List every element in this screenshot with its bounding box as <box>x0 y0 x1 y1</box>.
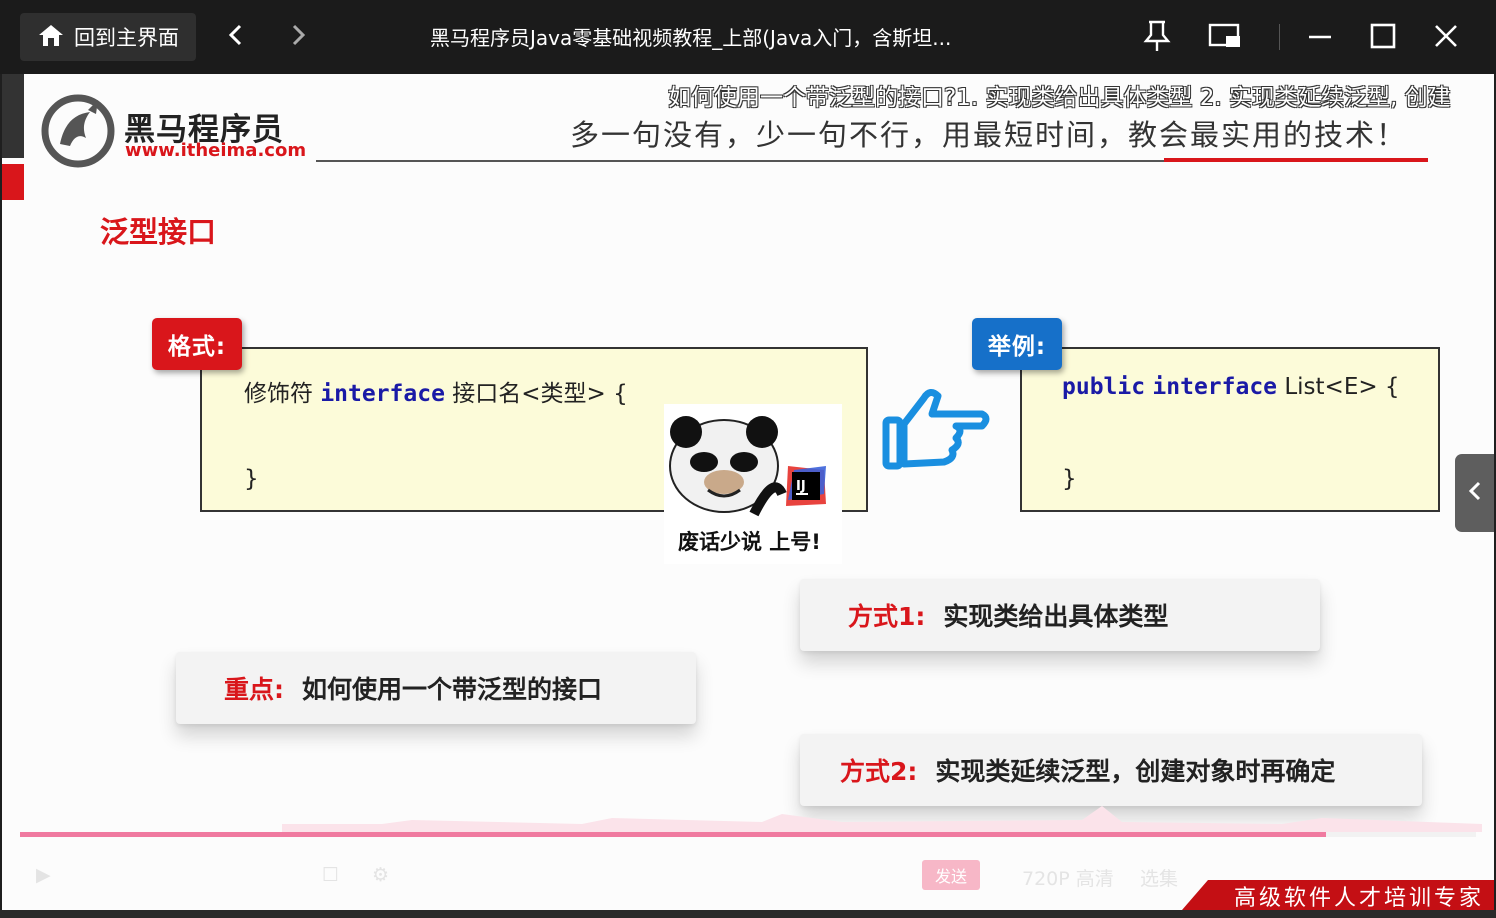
ij-label: IJ <box>796 479 806 494</box>
intellij-icon: IJ <box>784 464 828 508</box>
brand-url: www.itheima.com <box>125 140 307 161</box>
brand-logo-icon <box>40 94 120 172</box>
chevron-left-icon <box>1466 479 1484 507</box>
window-bottom-edge <box>0 910 1496 918</box>
danmaku-icon[interactable]: ☐ <box>322 864 339 886</box>
format-modifier: 修饰符 <box>244 381 313 407</box>
mini-window-icon[interactable] <box>1208 19 1242 53</box>
side-panel-toggle[interactable] <box>1455 454 1494 532</box>
example-rest: List<E> { <box>1284 374 1400 400</box>
slide-slogan: 多一句没有，少一句不行，用最短时间，教会最实用的技术！ <box>570 118 1408 152</box>
key-point-text: 如何使用一个带泛型的接口 <box>302 675 603 704</box>
slide-edge-dark <box>2 74 24 158</box>
example-code-line: public interface List<E> { <box>1062 374 1400 400</box>
danmaku-settings-icon[interactable]: ⚙ <box>372 864 389 886</box>
slide-edge-accent <box>2 164 24 200</box>
corner-banner-text: 高级软件人才培训专家 <box>1234 886 1485 910</box>
forward-arrow-icon[interactable] <box>288 20 308 56</box>
format-code-line: 修饰符 interface 接口名<类型> { <box>244 374 628 408</box>
slide-title: 泛型接口 <box>100 215 217 249</box>
minimize-icon[interactable] <box>1303 19 1337 53</box>
meme-sticker: IJ 废话少说 上号! <box>664 404 842 564</box>
method2-card: 方式2: 实现类延续泛型，创建对象时再确定 <box>800 734 1422 806</box>
method1-text: 实现类给出具体类型 <box>943 602 1169 631</box>
example-tag: 举例: <box>972 318 1062 370</box>
key-point-card: 重点: 如何使用一个带泛型的接口 <box>176 652 696 724</box>
maximize-icon[interactable] <box>1366 19 1400 53</box>
format-tag: 格式: <box>152 318 242 370</box>
home-button[interactable]: 回到主界面 <box>20 13 196 61</box>
example-close-brace: } <box>1062 466 1077 492</box>
example-keyword-public: public <box>1062 374 1146 400</box>
play-icon[interactable]: ▶ <box>36 864 51 886</box>
header-rule-accent <box>1164 158 1428 162</box>
format-rest: 接口名<类型> { <box>452 381 628 407</box>
pointing-hand-icon <box>882 384 994 484</box>
method2-text: 实现类延续泛型，创建对象时再确定 <box>935 757 1336 786</box>
subtitle-caption: 如何使用一个带泛型的接口?1. 实现类给出具体类型 2. 实现类延续泛型, 创建 <box>668 85 1451 111</box>
method2-label: 方式2: <box>840 757 918 786</box>
video-player[interactable]: 黑马程序员 www.itheima.com 如何使用一个带泛型的接口?1. 实现… <box>2 74 1494 910</box>
meme-caption: 废话少说 上号! <box>678 530 821 554</box>
pin-icon[interactable] <box>1140 19 1174 53</box>
format-keyword: interface <box>320 381 445 407</box>
method1-card: 方式1: 实现类给出具体类型 <box>800 579 1320 651</box>
episode-button[interactable]: 选集 <box>1140 864 1178 891</box>
format-close-brace: } <box>244 466 259 492</box>
home-label: 回到主界面 <box>74 26 179 50</box>
example-keyword-interface: interface <box>1152 374 1278 400</box>
key-point-label: 重点: <box>224 675 284 704</box>
send-button[interactable]: 发送 <box>922 860 980 890</box>
home-icon <box>38 23 64 52</box>
window-title: 黑马程序员Java零基础视频教程_上部(Java入门，含斯坦... <box>430 26 952 50</box>
close-icon[interactable] <box>1429 19 1463 53</box>
heat-wave <box>282 806 1482 832</box>
back-arrow-icon[interactable] <box>226 20 246 56</box>
method1-label: 方式1: <box>848 602 926 631</box>
progress-fill <box>20 832 1327 837</box>
title-bar: 回到主界面 黑马程序员Java零基础视频教程_上部(Java入门，含斯坦... <box>0 0 1496 74</box>
example-code-box <box>1020 347 1440 512</box>
quality-button[interactable]: 720P 高清 <box>1022 864 1114 891</box>
title-separator <box>1279 24 1280 50</box>
